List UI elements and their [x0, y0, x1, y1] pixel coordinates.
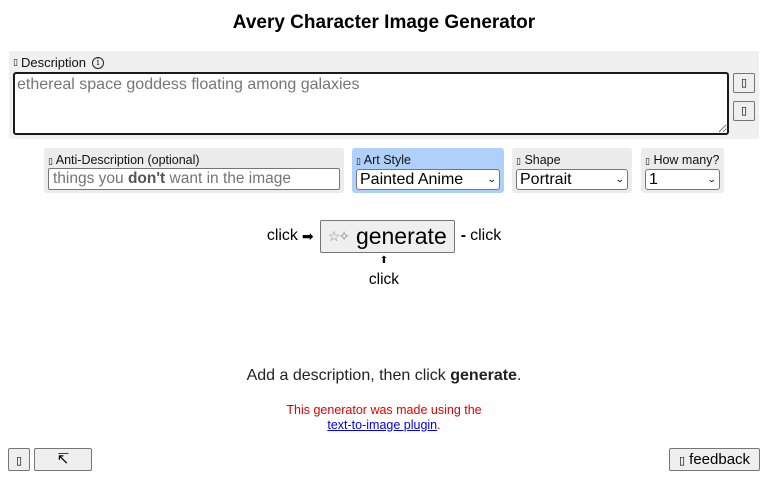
- edit-icon: ▯: [13, 57, 18, 67]
- hint-after: .: [516, 367, 522, 384]
- art-style-label: Art Style: [363, 153, 411, 167]
- anti-description-label: Anti-Description (optional): [55, 153, 200, 167]
- click-left-text: click: [266, 227, 298, 244]
- arrow-right-icon: ➡: [301, 227, 314, 244]
- anti-placeholder-after: want in the image: [165, 170, 292, 187]
- anti-placeholder-bold: don't: [127, 170, 166, 187]
- description-panel: ▯ Description i ▯ ▯: [9, 51, 759, 139]
- how-many-select[interactable]: 1 ⌄: [645, 169, 720, 190]
- settings-button[interactable]: ▯: [8, 448, 30, 471]
- generate-button[interactable]: ☆✧ generate: [319, 219, 455, 253]
- expand-button[interactable]: ↸: [34, 448, 92, 471]
- shuffle-icon: ▯: [740, 76, 748, 89]
- anti-placeholder-before: things you: [53, 170, 128, 187]
- plugin-note: This generator was made using the text-t…: [0, 403, 768, 433]
- arrow-left-icon: ‑: [460, 227, 467, 244]
- shape-label-row: ▯ Shape: [516, 153, 561, 167]
- settings-icon: ▯: [15, 455, 23, 467]
- description-input[interactable]: [13, 72, 729, 135]
- click-below-text: click: [368, 271, 400, 288]
- expand-icon: ↸: [56, 451, 70, 468]
- plugin-note-period: .: [437, 418, 441, 432]
- hint-before: Add a description, then click: [246, 367, 451, 384]
- page-title: Avery Character Image Generator: [232, 12, 536, 33]
- description-label-row: ▯ Description i: [13, 55, 104, 70]
- instruction-text: Add a description, then click generate.: [0, 367, 768, 385]
- shape-value: Portrait: [520, 171, 572, 188]
- shuffle-button[interactable]: ▯: [733, 73, 755, 93]
- click-right-text: click: [470, 227, 502, 244]
- description-label: Description: [20, 55, 86, 70]
- how-many-value: 1: [649, 171, 658, 188]
- block-icon: ▯: [48, 156, 53, 166]
- list-button[interactable]: ▯: [733, 101, 755, 121]
- palette-icon: ▯: [356, 156, 361, 166]
- plugin-note-text: This generator was made using the: [286, 403, 482, 417]
- plugin-link[interactable]: text-to-image plugin: [327, 418, 437, 432]
- art-style-value: Painted Anime: [360, 171, 464, 188]
- shape-label: Shape: [524, 153, 561, 167]
- shape-card: ▯ Shape Portrait ⌄: [512, 148, 632, 193]
- art-style-label-row: ▯ Art Style: [356, 153, 411, 167]
- chat-icon: ▯: [678, 455, 685, 467]
- chevron-down-icon: ⌄: [707, 174, 718, 184]
- chevron-down-icon: ⌄: [487, 174, 498, 184]
- how-many-label: How many?: [653, 153, 720, 167]
- how-many-card: ▯ How many? 1 ⌄: [641, 148, 724, 193]
- sparkle-icon: ☆✧: [327, 227, 350, 244]
- feedback-label: feedback: [689, 451, 751, 468]
- arrow-up-icon: ⬆: [379, 255, 389, 266]
- info-icon[interactable]: i: [91, 56, 104, 69]
- art-style-card: ▯ Art Style Painted Anime ⌄: [352, 148, 504, 193]
- anti-description-input[interactable]: things you don't want in the image: [48, 168, 340, 190]
- generate-row: click ➡ ☆✧ generate ‑ click: [0, 219, 768, 253]
- chevron-down-icon: ⌄: [615, 174, 626, 184]
- hint-bold: generate: [450, 367, 517, 384]
- art-style-select[interactable]: Painted Anime ⌄: [356, 169, 500, 190]
- list-icon: ▯: [740, 104, 748, 117]
- anti-description-label-row: ▯ Anti-Description (optional): [48, 153, 200, 167]
- anti-description-card: ▯ Anti-Description (optional) things you…: [44, 148, 344, 193]
- how-many-label-row: ▯ How many?: [645, 153, 719, 167]
- feedback-button[interactable]: ▯ feedback: [669, 448, 760, 471]
- generate-label: generate: [355, 222, 447, 249]
- frame-icon: ▯: [516, 156, 521, 166]
- count-icon: ▯: [645, 156, 650, 166]
- shape-select[interactable]: Portrait ⌄: [516, 169, 628, 190]
